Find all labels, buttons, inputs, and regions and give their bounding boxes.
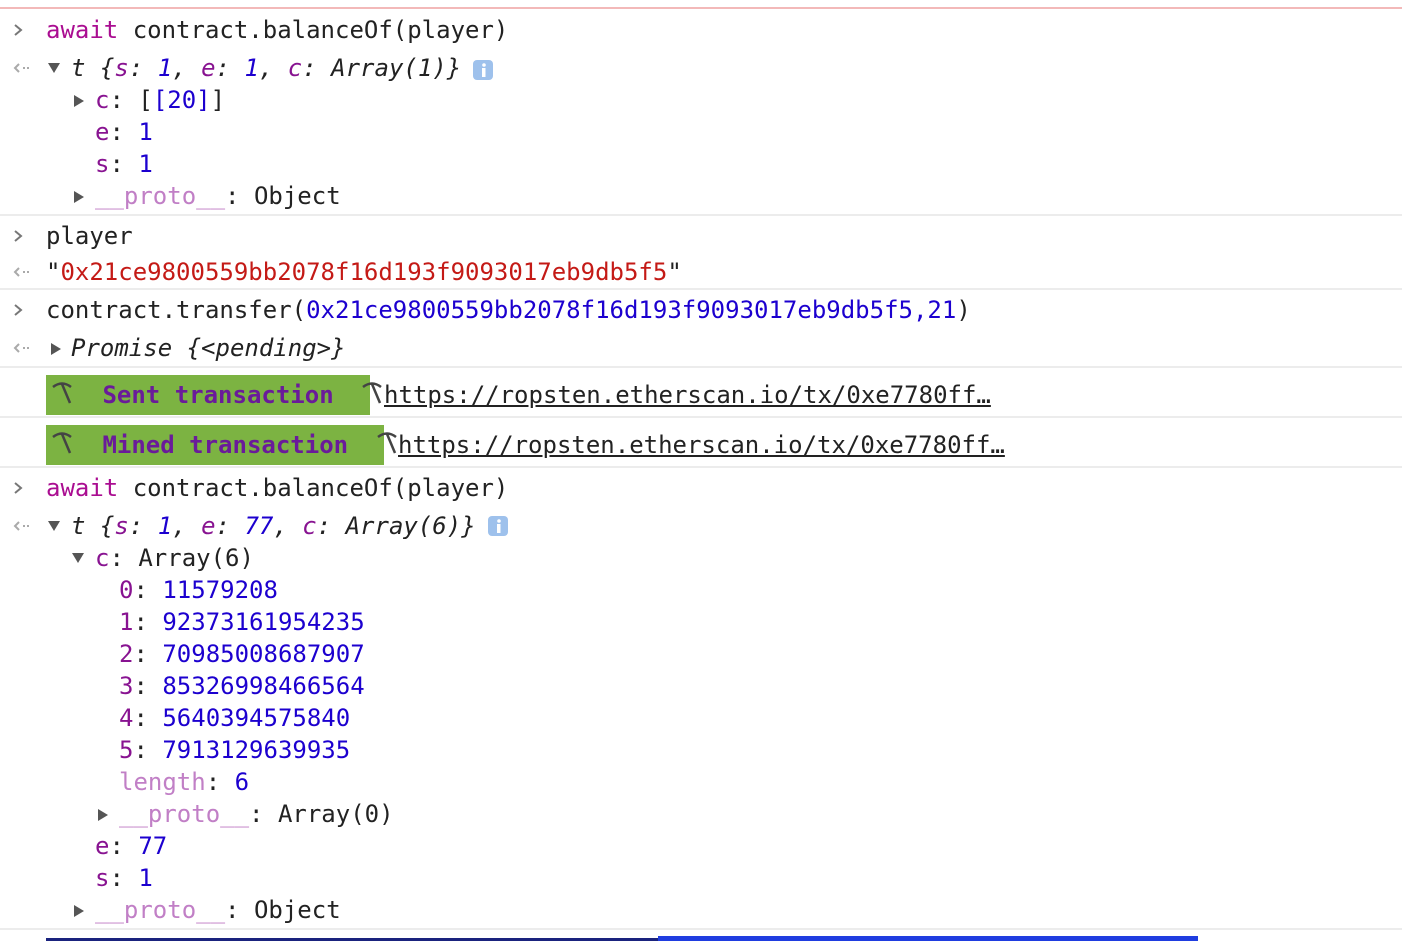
object-type: t [71, 512, 86, 540]
pickaxe-icon [48, 429, 76, 457]
array-value: 85326998466564 [162, 672, 365, 700]
proto-value: Object [253, 182, 341, 210]
array-index: 4 [119, 704, 134, 732]
mined-transaction-link[interactable]: https://ropsten.etherscan.io/tx/0xe7780f… [398, 425, 1005, 465]
return-arrow-icon [12, 52, 32, 84]
divider [0, 288, 1402, 290]
chevron-right-icon [12, 14, 32, 46]
keyword: await [46, 16, 119, 44]
array-index: 2 [119, 640, 134, 668]
array-value: 11579208 [162, 576, 278, 604]
proto-label: __proto__ [95, 182, 226, 210]
input-text: contract.balanceOf(player) [118, 16, 509, 44]
return-arrow-icon [12, 510, 32, 542]
s-value: 1 [138, 150, 153, 178]
input-suffix: ) [956, 296, 971, 324]
triangle-right-icon[interactable] [73, 180, 87, 212]
c-label: Array(6) [138, 544, 254, 572]
e-value: 77 [138, 832, 168, 860]
array-value: 5640394575840 [162, 704, 351, 732]
array-value: 70985008687907 [162, 640, 365, 668]
input-text: player [46, 222, 133, 250]
pickaxe-icon [373, 429, 401, 457]
input-text: contract.transfer( [46, 296, 307, 324]
divider [0, 214, 1402, 216]
triangle-right-icon[interactable] [73, 84, 87, 116]
triangle-right-icon[interactable] [97, 798, 111, 830]
sent-transaction-badge: Sent transaction [46, 375, 382, 415]
s-value: 1 [138, 864, 153, 892]
triangle-down-icon[interactable] [47, 510, 61, 542]
mined-transaction-badge: Mined transaction [46, 425, 397, 465]
result-string: 0x21ce9800559bb2078f16d193f9093017eb9db5… [60, 258, 668, 286]
pickaxe-icon [48, 379, 76, 407]
array-index: 5 [119, 736, 134, 764]
array-value: 92373161954235 [162, 608, 365, 636]
horizontal-scroll-track [46, 938, 658, 941]
return-arrow-icon [12, 332, 32, 364]
proto-value: Array(0) [277, 800, 394, 828]
keyword: await [46, 474, 119, 502]
summary-e: 1 [244, 54, 259, 82]
proto-label: __proto__ [95, 896, 226, 924]
length-value: 6 [234, 768, 250, 796]
triangle-down-icon[interactable] [71, 542, 85, 574]
e-value: 1 [138, 118, 153, 146]
c-value: [20] [152, 86, 211, 114]
address-arg: 0x21ce9800559bb2078f16d193f9093017eb9db5… [306, 296, 913, 324]
amount-arg: 21 [927, 296, 957, 324]
promise-label: Promise [71, 334, 173, 362]
horizontal-scrollbar-thumb[interactable] [658, 936, 1198, 941]
divider [0, 416, 1402, 418]
summary-e: 77 [244, 512, 274, 540]
proto-value: Object [253, 896, 341, 924]
array-index: 0 [119, 576, 134, 604]
array-index: 3 [119, 672, 134, 700]
summary-c: Array(1) [331, 54, 447, 82]
promise-state: {<pending>} [186, 334, 346, 362]
triangle-right-icon[interactable] [73, 894, 87, 926]
object-type: t [71, 54, 86, 82]
top-border [0, 7, 1402, 9]
summary-s: 1 [157, 512, 173, 540]
array-index: 1 [119, 608, 134, 636]
divider [0, 928, 1402, 930]
sent-transaction-link[interactable]: https://ropsten.etherscan.io/tx/0xe7780f… [384, 375, 991, 415]
summary-c: Array(6) [345, 512, 462, 540]
chevron-right-icon [12, 472, 32, 504]
chevron-right-icon [12, 220, 32, 252]
triangle-down-icon[interactable] [47, 52, 61, 84]
summary-s: 1 [157, 54, 173, 82]
proto-label: __proto__ [119, 800, 250, 828]
array-value: 7913129639935 [162, 736, 351, 764]
info-icon[interactable] [488, 516, 508, 536]
divider [0, 366, 1402, 368]
mined-label: Mined transaction [102, 431, 349, 459]
chevron-right-icon [12, 294, 32, 326]
input-text: contract.balanceOf(player) [118, 474, 509, 502]
return-arrow-icon [12, 256, 32, 288]
comma: , [912, 296, 928, 324]
sent-label: Sent transaction [102, 381, 334, 409]
divider [0, 466, 1402, 468]
triangle-right-icon[interactable] [50, 332, 64, 364]
info-icon[interactable] [473, 60, 493, 80]
length-label: length [119, 768, 206, 796]
pickaxe-icon [358, 379, 386, 407]
